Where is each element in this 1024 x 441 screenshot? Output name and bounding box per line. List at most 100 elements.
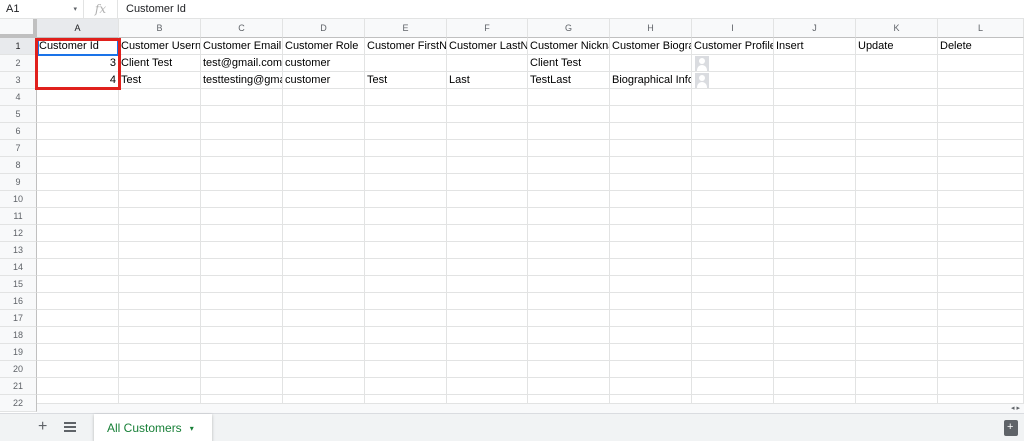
cell-k1[interactable]: Update xyxy=(856,38,938,55)
cell-j14[interactable] xyxy=(774,259,856,276)
cell-j2[interactable] xyxy=(774,55,856,72)
cell-h14[interactable] xyxy=(610,259,692,276)
cell-e5[interactable] xyxy=(365,106,447,123)
cell-l7[interactable] xyxy=(938,140,1024,157)
cell-i5[interactable] xyxy=(692,106,774,123)
cell-l5[interactable] xyxy=(938,106,1024,123)
cell-e12[interactable] xyxy=(365,225,447,242)
cell-c3[interactable]: testtesting@gma xyxy=(201,72,283,89)
cell-f9[interactable] xyxy=(447,174,528,191)
cell-j3[interactable] xyxy=(774,72,856,89)
cell-b6[interactable] xyxy=(119,123,201,140)
cell-g18[interactable] xyxy=(528,327,610,344)
cell-e8[interactable] xyxy=(365,157,447,174)
cell-c10[interactable] xyxy=(201,191,283,208)
cell-j16[interactable] xyxy=(774,293,856,310)
cell-b17[interactable] xyxy=(119,310,201,327)
column-header-a[interactable]: A xyxy=(37,19,119,38)
cell-i2[interactable] xyxy=(692,55,774,72)
cell-d4[interactable] xyxy=(283,89,365,106)
cell-l18[interactable] xyxy=(938,327,1024,344)
cell-d1[interactable]: Customer Role xyxy=(283,38,365,55)
cell-e4[interactable] xyxy=(365,89,447,106)
cell-i17[interactable] xyxy=(692,310,774,327)
cell-e1[interactable]: Customer FirstN xyxy=(365,38,447,55)
cell-l21[interactable] xyxy=(938,378,1024,395)
cell-e6[interactable] xyxy=(365,123,447,140)
row-header-5[interactable]: 5 xyxy=(0,106,37,123)
cell-l10[interactable] xyxy=(938,191,1024,208)
cell-h13[interactable] xyxy=(610,242,692,259)
cell-g11[interactable] xyxy=(528,208,610,225)
cell-i16[interactable] xyxy=(692,293,774,310)
cell-g17[interactable] xyxy=(528,310,610,327)
cell-f20[interactable] xyxy=(447,361,528,378)
cell-d20[interactable] xyxy=(283,361,365,378)
cell-c13[interactable] xyxy=(201,242,283,259)
cell-b7[interactable] xyxy=(119,140,201,157)
cell-b9[interactable] xyxy=(119,174,201,191)
cell-f13[interactable] xyxy=(447,242,528,259)
cell-i18[interactable] xyxy=(692,327,774,344)
cell-j17[interactable] xyxy=(774,310,856,327)
cell-f2[interactable] xyxy=(447,55,528,72)
cell-f15[interactable] xyxy=(447,276,528,293)
cell-k14[interactable] xyxy=(856,259,938,276)
cell-a17[interactable] xyxy=(37,310,119,327)
cell-f19[interactable] xyxy=(447,344,528,361)
cell-f18[interactable] xyxy=(447,327,528,344)
cell-l14[interactable] xyxy=(938,259,1024,276)
cell-k19[interactable] xyxy=(856,344,938,361)
cell-k20[interactable] xyxy=(856,361,938,378)
cell-f17[interactable] xyxy=(447,310,528,327)
cell-d8[interactable] xyxy=(283,157,365,174)
cell-i10[interactable] xyxy=(692,191,774,208)
cell-c16[interactable] xyxy=(201,293,283,310)
cell-h20[interactable] xyxy=(610,361,692,378)
cell-j15[interactable] xyxy=(774,276,856,293)
cell-j18[interactable] xyxy=(774,327,856,344)
cell-a9[interactable] xyxy=(37,174,119,191)
cell-d9[interactable] xyxy=(283,174,365,191)
cell-l2[interactable] xyxy=(938,55,1024,72)
row-header-19[interactable]: 19 xyxy=(0,344,37,361)
cell-h19[interactable] xyxy=(610,344,692,361)
cell-d6[interactable] xyxy=(283,123,365,140)
cell-l20[interactable] xyxy=(938,361,1024,378)
cell-f21[interactable] xyxy=(447,378,528,395)
cell-d5[interactable] xyxy=(283,106,365,123)
cell-c14[interactable] xyxy=(201,259,283,276)
cell-c4[interactable] xyxy=(201,89,283,106)
row-header-3[interactable]: 3 xyxy=(0,72,37,89)
cell-a19[interactable] xyxy=(37,344,119,361)
row-header-1[interactable]: 1 xyxy=(0,38,37,55)
select-all-corner[interactable] xyxy=(0,19,37,38)
column-header-j[interactable]: J xyxy=(774,19,856,38)
column-header-l[interactable]: L xyxy=(938,19,1024,38)
cell-b5[interactable] xyxy=(119,106,201,123)
cell-b21[interactable] xyxy=(119,378,201,395)
cell-k10[interactable] xyxy=(856,191,938,208)
cell-b12[interactable] xyxy=(119,225,201,242)
cell-i8[interactable] xyxy=(692,157,774,174)
cell-a5[interactable] xyxy=(37,106,119,123)
cell-d17[interactable] xyxy=(283,310,365,327)
cell-k9[interactable] xyxy=(856,174,938,191)
column-header-k[interactable]: K xyxy=(856,19,938,38)
horizontal-scrollbar[interactable]: ◂ ▸ xyxy=(37,403,1024,413)
cell-k2[interactable] xyxy=(856,55,938,72)
cell-l11[interactable] xyxy=(938,208,1024,225)
cell-h16[interactable] xyxy=(610,293,692,310)
cell-h3[interactable]: Biographical Info xyxy=(610,72,692,89)
cell-g16[interactable] xyxy=(528,293,610,310)
cell-c7[interactable] xyxy=(201,140,283,157)
cell-g6[interactable] xyxy=(528,123,610,140)
cell-k17[interactable] xyxy=(856,310,938,327)
cell-c20[interactable] xyxy=(201,361,283,378)
sheet-tab-all-customers[interactable]: All Customers ▾ xyxy=(94,414,212,441)
cell-e10[interactable] xyxy=(365,191,447,208)
cell-e19[interactable] xyxy=(365,344,447,361)
cell-i14[interactable] xyxy=(692,259,774,276)
cell-k8[interactable] xyxy=(856,157,938,174)
cell-a20[interactable] xyxy=(37,361,119,378)
